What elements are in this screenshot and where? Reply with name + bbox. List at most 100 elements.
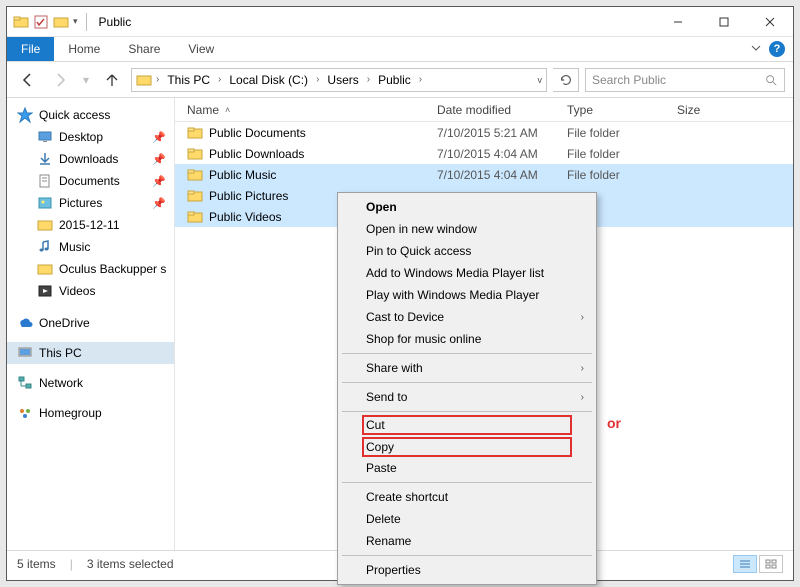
status-selected-count: 3 items selected (87, 557, 174, 571)
sidebar-network[interactable]: Network (7, 372, 174, 394)
column-header-date[interactable]: Date modified (437, 103, 567, 117)
chevron-right-icon[interactable]: › (367, 74, 370, 85)
cm-paste[interactable]: Paste (340, 457, 594, 479)
cm-open[interactable]: Open (340, 196, 594, 218)
pin-icon: 📌 (152, 197, 166, 210)
column-header-size[interactable]: Size (677, 103, 793, 117)
menu-separator (342, 411, 592, 412)
tab-share[interactable]: Share (114, 37, 174, 61)
sort-caret-icon: ˄ (225, 105, 230, 115)
breadcrumb-segment[interactable]: Local Disk (C:) (225, 71, 312, 89)
close-button[interactable] (747, 7, 793, 36)
annotation-highlight-copy: Copy (362, 437, 572, 457)
cm-cut[interactable]: Cut (366, 418, 385, 432)
folder-icon (37, 261, 53, 277)
cm-shop-music[interactable]: Shop for music online (340, 328, 594, 350)
sidebar-item-videos[interactable]: Videos (7, 280, 174, 302)
sidebar-item-label: Downloads (59, 152, 118, 166)
tab-home[interactable]: Home (54, 37, 114, 61)
cm-properties[interactable]: Properties (340, 559, 594, 581)
expand-ribbon-icon[interactable] (751, 42, 761, 56)
properties-icon[interactable] (33, 14, 49, 30)
cm-cast-to-device[interactable]: Cast to Device› (340, 306, 594, 328)
breadcrumb-segment[interactable]: This PC (163, 71, 214, 89)
chevron-right-icon: › (581, 392, 584, 403)
downloads-icon (37, 151, 53, 167)
chevron-right-icon[interactable]: › (316, 74, 319, 85)
sidebar-item-music[interactable]: Music (7, 236, 174, 258)
sidebar-homegroup[interactable]: Homegroup (7, 402, 174, 424)
sidebar-item-folder[interactable]: 2015-12-11 (7, 214, 174, 236)
sidebar-item-folder[interactable]: Oculus Backupper s (7, 258, 174, 280)
cm-rename[interactable]: Rename (340, 530, 594, 552)
view-details-button[interactable] (733, 555, 757, 573)
breadcrumb[interactable]: › This PC › Local Disk (C:) › Users › Pu… (131, 68, 547, 92)
file-row[interactable]: Public Documents 7/10/2015 5:21 AM File … (175, 122, 793, 143)
up-button[interactable] (99, 67, 125, 93)
cm-pin-quick-access[interactable]: Pin to Quick access (340, 240, 594, 262)
chevron-right-icon[interactable]: › (218, 74, 221, 85)
view-large-button[interactable] (759, 555, 783, 573)
videos-icon (37, 283, 53, 299)
column-header-name[interactable]: Name ˄ (187, 103, 437, 117)
folder-icon (187, 125, 203, 141)
forward-button[interactable] (47, 67, 73, 93)
cm-delete[interactable]: Delete (340, 508, 594, 530)
help-icon[interactable]: ? (769, 41, 785, 57)
folder-icon (187, 146, 203, 162)
sidebar-item-desktop[interactable]: Desktop 📌 (7, 126, 174, 148)
breadcrumb-segment[interactable]: Users (323, 71, 362, 89)
minimize-button[interactable] (655, 7, 701, 36)
status-item-count: 5 items (17, 557, 56, 571)
tab-view[interactable]: View (174, 37, 228, 61)
computer-icon (17, 345, 33, 361)
folder-icon (187, 188, 203, 204)
refresh-button[interactable] (553, 68, 579, 92)
pin-icon: 📌 (152, 153, 166, 166)
cm-create-shortcut[interactable]: Create shortcut (340, 486, 594, 508)
cm-copy[interactable]: Copy (366, 440, 394, 454)
cm-play-wmp[interactable]: Play with Windows Media Player (340, 284, 594, 306)
qat-dropdown-icon[interactable]: ▾ (73, 16, 78, 27)
file-row[interactable]: Public Downloads 7/10/2015 4:04 AM File … (175, 143, 793, 164)
file-name: Public Downloads (209, 147, 304, 161)
chevron-right-icon[interactable]: › (156, 74, 159, 85)
maximize-button[interactable] (701, 7, 747, 36)
back-button[interactable] (15, 67, 41, 93)
cm-send-to[interactable]: Send to› (340, 386, 594, 408)
desktop-icon (37, 129, 53, 145)
chevron-right-icon[interactable]: › (419, 74, 422, 85)
window-title: Public (91, 15, 655, 29)
sidebar-quickaccess[interactable]: Quick access (7, 104, 174, 126)
pin-icon: 📌 (152, 175, 166, 188)
new-folder-icon[interactable] (53, 14, 69, 30)
menu-separator (342, 353, 592, 354)
column-header-type[interactable]: Type (567, 103, 677, 117)
folder-icon (37, 217, 53, 233)
cm-add-wmp[interactable]: Add to Windows Media Player list (340, 262, 594, 284)
breadcrumb-segment[interactable]: Public (374, 71, 415, 89)
folder-icon (136, 72, 152, 88)
recent-dropdown-icon[interactable]: ▾ (79, 67, 93, 93)
sidebar-item-label: Desktop (59, 130, 103, 144)
sidebar-item-label: Homegroup (39, 406, 102, 420)
sidebar-thispc[interactable]: This PC (7, 342, 174, 364)
sidebar-item-pictures[interactable]: Pictures 📌 (7, 192, 174, 214)
ribbon-tabs: File Home Share View ? (7, 37, 793, 62)
file-name: Public Documents (209, 126, 306, 140)
address-dropdown-icon[interactable]: v (538, 75, 543, 85)
tab-file[interactable]: File (7, 37, 54, 61)
cm-share-with[interactable]: Share with› (340, 357, 594, 379)
search-input[interactable]: Search Public (585, 68, 785, 92)
file-row[interactable]: Public Music 7/10/2015 4:04 AM File fold… (175, 164, 793, 185)
sidebar-item-documents[interactable]: Documents 📌 (7, 170, 174, 192)
sidebar-onedrive[interactable]: OneDrive (7, 312, 174, 334)
sidebar-item-downloads[interactable]: Downloads 📌 (7, 148, 174, 170)
cm-open-new-window[interactable]: Open in new window (340, 218, 594, 240)
sidebar-item-label: 2015-12-11 (59, 218, 120, 232)
address-bar: ▾ › This PC › Local Disk (C:) › Users › … (7, 62, 793, 98)
folder-icon (187, 167, 203, 183)
search-placeholder: Search Public (592, 73, 764, 87)
sidebar-item-label: Network (39, 376, 83, 390)
menu-separator (342, 382, 592, 383)
